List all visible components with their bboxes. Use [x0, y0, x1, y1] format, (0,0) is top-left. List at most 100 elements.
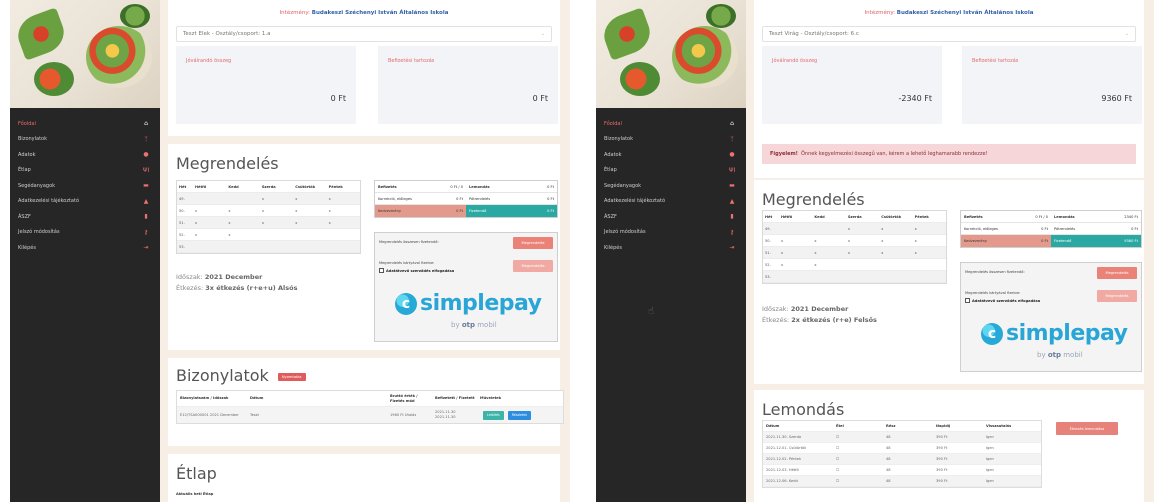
day-cell[interactable] — [846, 259, 879, 270]
sidebar-item--szf[interactable]: ÁSZF ▮ — [596, 209, 746, 225]
cancel-checkbox[interactable]: ☐ — [833, 479, 883, 483]
day-cell[interactable]: x — [779, 235, 812, 246]
day-cell[interactable] — [260, 229, 293, 240]
terms-checkbox[interactable]: Adatátvevő szerződés elfogadása — [379, 268, 454, 273]
week-cell: 53. — [765, 274, 771, 279]
day-cell[interactable]: x — [193, 229, 226, 240]
day-cell[interactable] — [846, 271, 879, 282]
day-cell[interactable]: x — [779, 259, 812, 270]
day-cell[interactable] — [293, 229, 326, 240]
day-cell[interactable] — [913, 259, 946, 270]
sidebar-item--tlap[interactable]: Étlap ΨΙ — [596, 163, 746, 179]
day-cell[interactable]: x — [846, 247, 879, 258]
sidebar-item-kil-p-s[interactable]: Kilépés ⇥ — [596, 240, 746, 256]
order-button[interactable]: Megrendelés — [513, 237, 553, 249]
cutlery-icon: ΨΙ — [728, 166, 736, 174]
day-cell[interactable]: x — [779, 247, 812, 258]
sidebar-item-seg-danyagok[interactable]: Segédanyagok ▬ — [10, 178, 160, 194]
day-cell[interactable]: x — [260, 205, 293, 216]
day-cell[interactable] — [879, 259, 912, 270]
sidebar-item-label: Adatok — [604, 151, 622, 158]
payable-box: Befizetési tartozás 0 Ft — [378, 46, 558, 124]
sidebar-item-kil-p-s[interactable]: Kilépés ⇥ — [10, 240, 160, 256]
sidebar-item-jelsz-m-dos-t-s[interactable]: Jelszó módosítás ⚷ — [596, 225, 746, 241]
cancel-checkbox[interactable]: ☐ — [833, 468, 883, 472]
day-cell[interactable]: x — [293, 205, 326, 216]
day-cell[interactable] — [879, 271, 912, 282]
sidebar-item-label: Étlap — [18, 167, 31, 174]
day-cell[interactable]: x — [812, 247, 845, 258]
card-order-button[interactable]: Megrendelés — [1097, 290, 1137, 302]
order-button[interactable]: Megrendelés — [1097, 267, 1137, 279]
day-cell[interactable]: x — [879, 247, 912, 258]
day-cell[interactable] — [327, 241, 360, 252]
day-cell[interactable]: x — [846, 223, 879, 234]
student-select[interactable]: Teszt Elek - Osztály/csoport: 1.a ⌄ — [176, 26, 552, 42]
day-cell[interactable] — [226, 193, 259, 204]
day-cell[interactable]: x — [846, 235, 879, 246]
day-cell[interactable]: x — [260, 217, 293, 228]
sidebar-item-jelsz-m-dos-t-s[interactable]: Jelszó módosítás ⚷ — [10, 225, 160, 241]
day-cell[interactable] — [812, 223, 845, 234]
user-icon: ● — [729, 151, 735, 159]
day-cell[interactable] — [779, 223, 812, 234]
day-cell[interactable]: x — [812, 259, 845, 270]
day-cell[interactable]: x — [226, 229, 259, 240]
table-row: 2021.12.02. Péntek ☐ 48 390 Ft Igen — [763, 454, 1041, 465]
day-cell[interactable] — [327, 229, 360, 240]
day-cell[interactable]: x — [879, 223, 912, 234]
sidebar-item-adatkezel-si-t-j-koztat-[interactable]: Adatkezelési tájékoztató ▲ — [596, 194, 746, 210]
day-cell[interactable]: x — [327, 205, 360, 216]
sidebar-item--tlap[interactable]: Étlap ΨΙ — [10, 163, 160, 179]
day-cell[interactable] — [913, 271, 946, 282]
student-select[interactable]: Teszt Virág - Osztály/csoport: 6.c ⌄ — [762, 26, 1136, 42]
day-cell[interactable]: x — [913, 247, 946, 258]
day-cell[interactable]: x — [812, 235, 845, 246]
sidebar-item-adatok[interactable]: Adatok ● — [596, 147, 746, 163]
sidebar-item-f-oldal[interactable]: Főoldal ⌂ — [10, 116, 160, 132]
order-info: Időszak: 2021 December Étkezés: 3x étkez… — [176, 273, 298, 292]
sidebar-item-bizonylatok[interactable]: Bizonylatok ᛉ — [596, 132, 746, 148]
sidebar-item--szf[interactable]: ÁSZF ▮ — [10, 209, 160, 225]
day-cell[interactable]: x — [226, 205, 259, 216]
day-cell[interactable] — [193, 193, 226, 204]
sidebar-item-adatkezel-si-t-j-koztat-[interactable]: Adatkezelési tájékoztató ▲ — [10, 194, 160, 210]
card-order-button[interactable]: Megrendelés — [513, 260, 553, 272]
day-cell[interactable]: x — [879, 235, 912, 246]
day-cell[interactable]: x — [226, 217, 259, 228]
terms-checkbox[interactable]: Adatátvevő szerződés elfogadása — [965, 298, 1040, 303]
sidebar-item-label: Jelszó módosítás — [604, 229, 646, 236]
day-cell[interactable]: x — [327, 217, 360, 228]
day-cell[interactable]: x — [293, 193, 326, 204]
day-cell[interactable]: x — [913, 223, 946, 234]
cancel-checkbox[interactable]: ☐ — [833, 457, 883, 461]
key-icon: ⚷ — [143, 228, 149, 236]
cancel-checkbox[interactable]: ☐ — [833, 435, 883, 439]
day-cell[interactable]: x — [193, 205, 226, 216]
sidebar-item-bizonylatok[interactable]: Bizonylatok ᛉ — [10, 132, 160, 148]
day-cell[interactable]: x — [913, 235, 946, 246]
details-button[interactable]: Részletek — [507, 410, 532, 420]
day-cell[interactable]: x — [327, 193, 360, 204]
print-button[interactable]: Nyomtatás — [277, 372, 306, 381]
cancel-meal-button[interactable]: Étkezés lemondása — [1056, 422, 1118, 435]
sidebar-item-label: Bizonylatok — [18, 136, 47, 143]
day-cell[interactable]: x — [193, 217, 226, 228]
sidebar-item-label: Bizonylatok — [604, 136, 633, 143]
grid-row: 52. x x — [177, 229, 360, 241]
day-cell[interactable] — [293, 241, 326, 252]
day-cell[interactable] — [226, 241, 259, 252]
user-secret-icon: ▲ — [729, 197, 735, 205]
day-cell[interactable] — [193, 241, 226, 252]
download-button[interactable]: Letöltés — [483, 410, 504, 420]
day-cell[interactable]: x — [293, 217, 326, 228]
day-cell[interactable] — [812, 271, 845, 282]
cancel-checkbox[interactable]: ☐ — [833, 446, 883, 450]
sidebar-item-adatok[interactable]: Adatok ● — [10, 147, 160, 163]
day-cell[interactable] — [779, 271, 812, 282]
day-cell[interactable]: x — [260, 193, 293, 204]
order-title: Megrendelés — [762, 190, 865, 209]
day-cell[interactable] — [260, 241, 293, 252]
sidebar-item-f-oldal[interactable]: Főoldal ⌂ — [596, 116, 746, 132]
sidebar-item-seg-danyagok[interactable]: Segédanyagok ▬ — [596, 178, 746, 194]
